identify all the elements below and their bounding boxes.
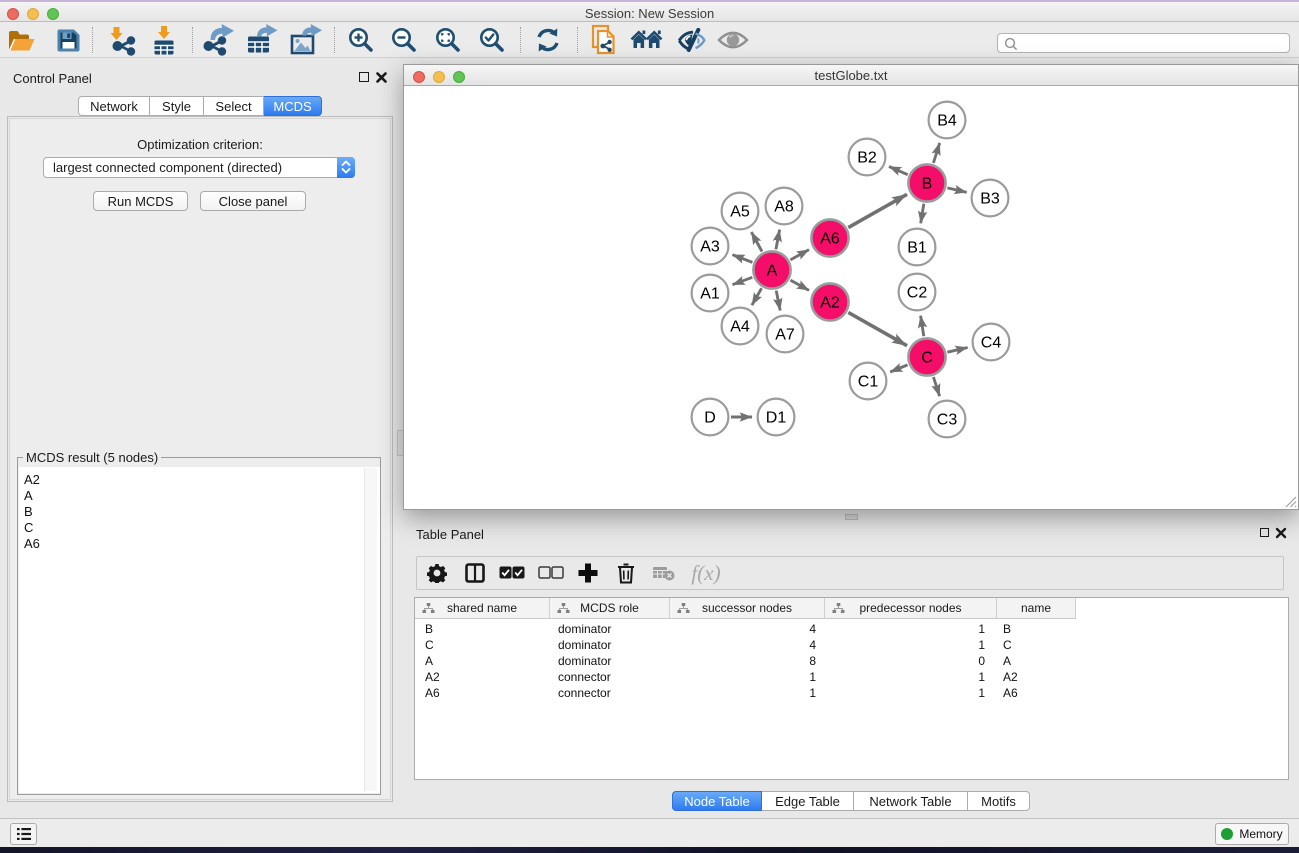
- svg-text:A4: A4: [730, 319, 750, 336]
- svg-text:C2: C2: [907, 285, 928, 302]
- svg-text:A7: A7: [775, 327, 795, 344]
- svg-text:B2: B2: [857, 150, 877, 167]
- svg-text:A1: A1: [700, 286, 720, 303]
- svg-text:B1: B1: [907, 240, 927, 257]
- svg-text:B3: B3: [980, 191, 1000, 208]
- svg-text:D1: D1: [766, 410, 787, 427]
- svg-text:B: B: [922, 176, 933, 193]
- svg-text:C1: C1: [858, 374, 879, 391]
- svg-text:A5: A5: [730, 204, 750, 221]
- svg-text:A2: A2: [820, 295, 840, 312]
- svg-text:C4: C4: [981, 335, 1002, 352]
- svg-text:A: A: [767, 263, 778, 280]
- svg-text:C3: C3: [937, 412, 958, 429]
- svg-text:A8: A8: [774, 199, 794, 216]
- svg-text:B4: B4: [937, 113, 957, 130]
- svg-text:D: D: [704, 410, 716, 427]
- svg-text:A6: A6: [820, 231, 840, 248]
- svg-text:C: C: [921, 350, 933, 367]
- svg-text:A3: A3: [700, 239, 720, 256]
